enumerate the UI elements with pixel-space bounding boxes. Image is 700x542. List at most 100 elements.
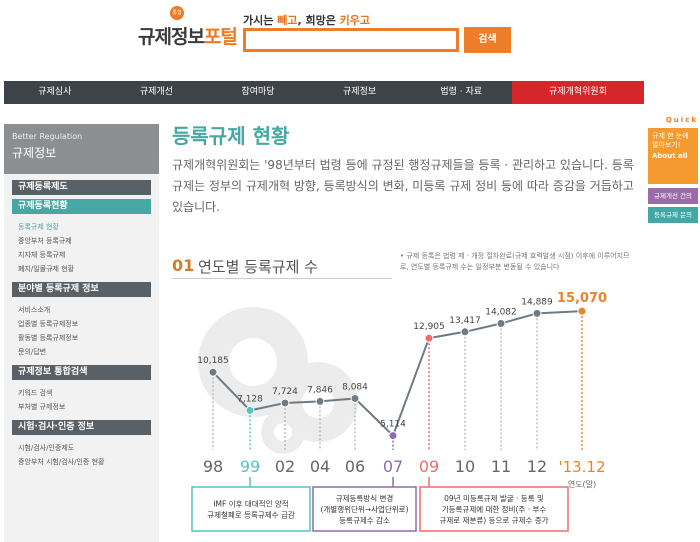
category-label-6: 09: [419, 457, 439, 476]
annotation-text-0-1: 규제철폐로 등록규제수 급감: [207, 510, 295, 520]
nav-item-participation[interactable]: 참여마당: [207, 81, 309, 104]
logo-text-main: 규제정보: [138, 26, 205, 48]
data-point-7: [460, 327, 470, 337]
category-label-7: 10: [455, 457, 475, 476]
nav-item-laws[interactable]: 법령 · 자료: [410, 81, 512, 104]
data-point-8: [496, 318, 506, 328]
category-label-2: 02: [275, 457, 295, 476]
sidebar-item-industry[interactable]: 업종별 등록규제정보: [4, 317, 159, 331]
annotation-text-1-1: (개별행위단위→사업단위로): [320, 504, 408, 514]
slogan-part-1: 가시는: [243, 14, 278, 27]
slogan: 가시는 빼고, 희망은 키우고: [243, 12, 370, 28]
logo-text-accent: 포털: [203, 26, 238, 48]
value-label-1: 7,128: [237, 394, 263, 404]
data-point-0: [208, 367, 218, 377]
value-label-5: 5,114: [380, 420, 406, 430]
sidebar-item-qna[interactable]: 문의/답변: [4, 345, 159, 359]
logo-badge: 통합: [170, 6, 184, 20]
category-label-0: 98: [203, 457, 223, 476]
category-label-10: '13.12: [558, 458, 605, 476]
value-label-8: 14,082: [485, 307, 517, 317]
axis-unit-label: 연도(말): [568, 480, 596, 489]
data-point-3: [315, 396, 325, 406]
sidebar-item-keyword[interactable]: 키워드 검색: [4, 386, 159, 400]
annotation-text-2-2: 규제로 재분류) 등으로 규제수 증가: [439, 516, 548, 525]
sidebar-item-activity[interactable]: 활동별 등록규제정보: [4, 331, 159, 345]
nav-item-improvement[interactable]: 규제개선: [106, 81, 208, 104]
annotation-text-1-0: 규제등록방식 변경: [336, 493, 394, 503]
logo-text: 규제정보포털: [138, 22, 238, 49]
data-point-9: [532, 308, 542, 318]
value-label-9: 14,889: [521, 297, 553, 307]
category-label-8: 11: [491, 457, 511, 476]
value-label-0: 10,185: [197, 356, 229, 366]
sidebar-item-cert-status[interactable]: 중앙부처 시험/검사/인증 현황: [4, 455, 159, 469]
annotation-text-1-2: 등록규제수 감소: [339, 515, 390, 525]
sidebar-header: Better Regulation 규제정보: [4, 124, 159, 174]
category-label-3: 04: [310, 457, 330, 476]
sidebar-item-status[interactable]: 등록규제 현황: [4, 220, 159, 234]
slogan-part-2: 빼고: [277, 14, 298, 27]
quick-box-line3: About all: [652, 152, 688, 160]
data-point-4: [350, 393, 360, 403]
quick-panel: Quick 규제 한 눈에 알아보기! About all 규제개선 건의 등록…: [648, 116, 698, 223]
value-label-3: 7,846: [307, 385, 333, 395]
value-label-7: 13,417: [449, 316, 481, 326]
section-title: 연도별 등록규제 수: [198, 258, 318, 276]
page-title: 등록규제 현황: [172, 124, 290, 148]
data-point-10: [577, 306, 587, 316]
data-point-5: [388, 431, 398, 441]
nav-item-committee[interactable]: 규제개혁위원회: [511, 81, 645, 104]
section-divider: [172, 278, 392, 279]
sidebar-header-title: 규제정보: [12, 146, 57, 160]
data-point-1: [245, 405, 255, 415]
sidebar-item-service[interactable]: 서비스소개: [4, 303, 159, 317]
sidebar-item-cert-system[interactable]: 시험/검사/인증제도: [4, 441, 159, 455]
quick-box-line1: 규제 한 눈에: [652, 132, 689, 140]
data-point-6: [424, 333, 434, 343]
value-label-10: 15,070: [557, 291, 607, 306]
main-nav: 규제심사 규제개선 참여마당 규제정보 법령 · 자료 규제개혁위원회: [4, 81, 645, 104]
quick-inquiry-button[interactable]: 등록규제 문의: [648, 207, 698, 223]
sidebar-item-ministry[interactable]: 부처별 규제정보: [4, 400, 159, 414]
quick-about-box[interactable]: 규제 한 눈에 알아보기! About all: [648, 128, 698, 184]
annotation-box-1: 규제등록방식 변경(개별행위단위→사업단위로)등록규제수 감소: [312, 477, 417, 532]
site-logo[interactable]: 통합 규제정보포털: [138, 6, 238, 50]
intro-text: 규제개혁위원회는 '98년부터 법령 등에 규정된 행정규제들을 등록 · 관리…: [172, 158, 634, 214]
sidebar: Better Regulation 규제정보 규제등록제도 규제등록현황 등록규…: [4, 124, 159, 542]
value-label-2: 7,724: [272, 387, 298, 397]
registered-regulations-chart: 10,185 98 7,128 99 7,724 02 7,846 04 8,084 06 5,11…: [191, 291, 607, 532]
sidebar-header-en: Better Regulation: [12, 132, 83, 141]
annotation-text-2-1: 기등록규제에 대한 정비(주 · 부수: [442, 504, 547, 514]
quick-suggestion-button[interactable]: 규제개선 건의: [648, 188, 698, 204]
data-point-2: [280, 398, 290, 408]
search-input[interactable]: [243, 28, 459, 52]
quick-label: Quick: [665, 116, 698, 124]
sidebar-cat-certification[interactable]: 시험·검사·인증 정보: [12, 420, 151, 435]
annotation-text-0-0: IMF 이후 대대적인 양적: [213, 499, 288, 509]
sidebar-cat-field-info[interactable]: 분야별 등록규제 정보: [12, 282, 151, 297]
slogan-part-4: 키우고: [339, 14, 371, 27]
section-note: • 규제 등록은 법령 제 · 개정 절차완료(규제 효력발생 시점) 이후에 …: [400, 252, 630, 271]
sidebar-cat-registration-system[interactable]: 규제등록제도: [12, 180, 151, 195]
sidebar-item-abolished[interactable]: 폐지/일몰규제 현황: [4, 262, 159, 276]
slogan-part-3: , 희망은: [297, 14, 340, 27]
search-button[interactable]: 검색: [464, 27, 511, 53]
value-label-4: 8,084: [342, 382, 368, 392]
sidebar-item-central[interactable]: 중앙부처 등록규제: [4, 234, 159, 248]
quick-box-line2: 알아보기!: [652, 141, 681, 149]
annotation-box-0: IMF 이후 대대적인 양적규제철폐로 등록규제수 급감: [191, 477, 311, 532]
category-label-1: 99: [240, 457, 260, 476]
value-label-6: 12,905: [413, 322, 445, 332]
category-label-4: 06: [345, 457, 365, 476]
section-number: 01: [172, 256, 195, 275]
category-label-9: 12: [527, 457, 547, 476]
sidebar-cat-search[interactable]: 규제정보 통합검색: [12, 365, 151, 380]
sidebar-item-local[interactable]: 지자체 등록규제: [4, 248, 159, 262]
sidebar-cat-registration-status[interactable]: 규제등록현황: [12, 199, 151, 214]
nav-item-review[interactable]: 규제심사: [4, 81, 106, 104]
category-label-5: 07: [383, 457, 403, 476]
annotation-box-2: 09년 미등록규제 발굴 · 등록 및기등록규제에 대한 정비(주 · 부수규제…: [419, 477, 569, 532]
nav-item-regulation-info[interactable]: 규제정보: [309, 81, 411, 104]
annotation-text-2-0: 09년 미등록규제 발굴 · 등록 및: [444, 493, 544, 503]
